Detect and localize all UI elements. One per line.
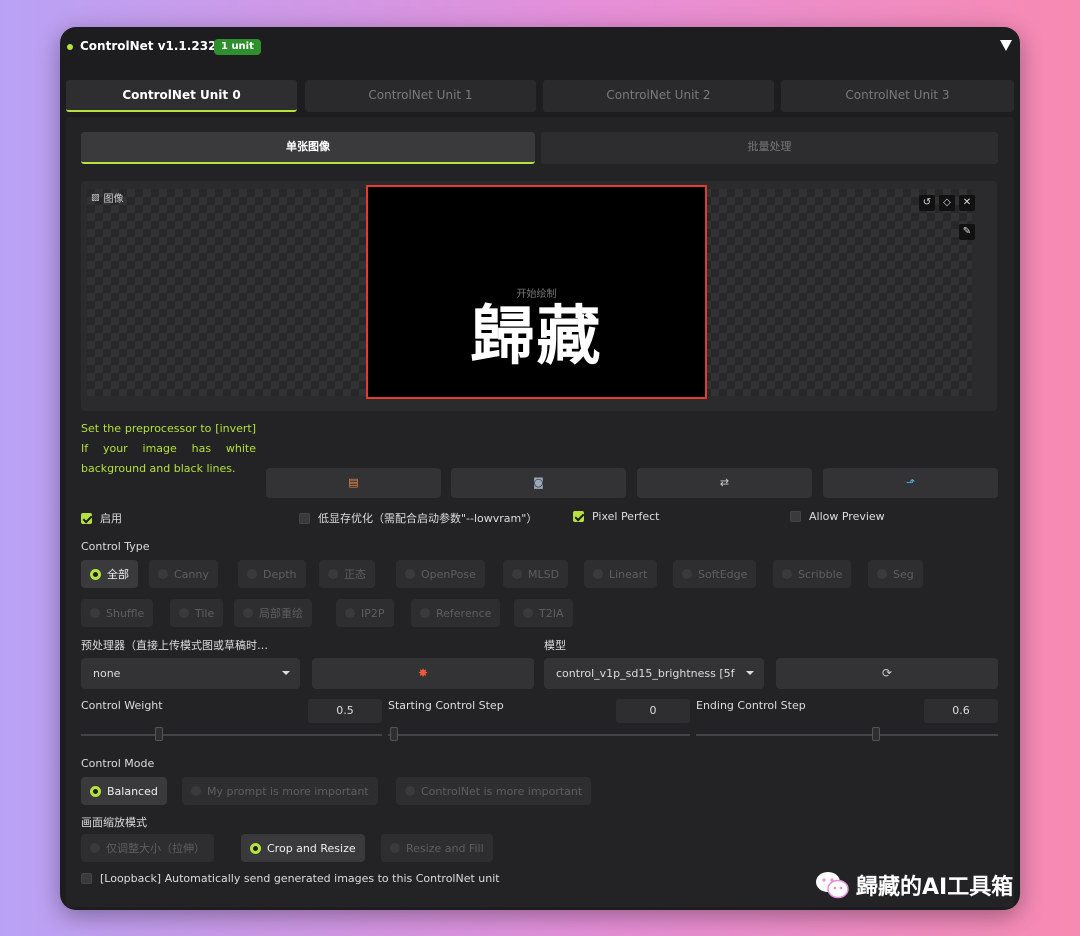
preprocessor-hint: Set the preprocessor to [invert] If your… [81,422,256,475]
refresh-icon: ⟳ [881,666,893,680]
model-label: 模型 [544,639,566,652]
ending-step-thumb[interactable] [872,727,880,741]
panel-title: ControlNet v1.1.232 [80,39,217,53]
ending-step-input[interactable]: 0.6 [924,699,998,723]
status-dot [67,44,73,50]
new-canvas-button[interactable]: ▤ [266,468,441,498]
radio-mode-balanced[interactable]: Balanced [81,777,167,805]
radio-control-type-inpaint[interactable]: 局部重绘 [234,599,312,627]
radio-mode-controlnet-important[interactable]: ControlNet is more important [396,777,592,805]
tab-unit-2[interactable]: ControlNet Unit 2 [543,80,774,112]
preprocessor-dropdown[interactable]: none [81,658,300,689]
watermark: 歸藏的AI工具箱 [814,869,1013,901]
sketch-canvas[interactable]: 开始绘制 歸藏 [366,185,707,399]
starting-step-label: Starting Control Step [388,699,504,712]
resize-mode-label: 画面缩放模式 [81,816,147,829]
camera-icon: ◙ [533,476,544,489]
radio-control-type-mlsd[interactable]: MLSD [503,560,569,588]
collapse-triangle-icon[interactable] [1000,40,1012,51]
preprocessor-label: 预处理器（直接上传模式图或草稿时… [81,639,268,652]
ending-step-label: Ending Control Step [696,699,806,712]
tab-single-image[interactable]: 单张图像 [81,132,535,164]
radio-mode-prompt-important[interactable]: My prompt is more important [182,777,378,805]
radio-control-type-scribble[interactable]: Scribble [773,560,852,588]
run-preprocessor-button[interactable]: ✸ [312,658,534,689]
model-dropdown[interactable]: control_v1p_sd15_brightness [5f [544,658,764,689]
swap-icon: ⇄ [719,476,730,489]
chevron-down-icon [746,671,754,675]
radio-control-type-openpose[interactable]: OpenPose [396,560,485,588]
watermark-text: 歸藏的AI工具箱 [856,875,1014,900]
send-dimensions-button[interactable]: ⬏ [823,468,998,498]
starting-step-input[interactable]: 0 [616,699,690,723]
image-icon: ▨ [91,192,100,203]
radio-control-type-ip2p[interactable]: IP2P [336,599,394,627]
radio-control-type-softedge[interactable]: SoftEdge [673,560,757,588]
control-weight-input[interactable]: 0.5 [308,699,382,723]
webcam-button[interactable]: ◙ [451,468,626,498]
brush-tool: ✎ [959,224,975,240]
radio-control-type-t2ia[interactable]: T2IA [514,599,573,627]
unit-content: 单张图像 批量处理 ▨ 图像 开始绘制 歸藏 ↺ ◇ ✕ ✎ Set the p… [66,117,1014,907]
chevron-down-icon [282,671,290,675]
starting-step-thumb[interactable] [390,727,398,741]
allow-preview-checkbox[interactable]: Allow Preview [790,510,885,523]
radio-control-type-seg[interactable]: Seg [868,560,923,588]
pixel-perfect-checkbox[interactable]: Pixel Perfect [573,510,659,523]
eraser-icon[interactable]: ◇ [939,195,955,211]
refresh-models-button[interactable]: ⟳ [776,658,998,689]
loopback-checkbox[interactable]: [Loopback] Automatically send generated … [81,872,500,885]
unit-tabs: ControlNet Unit 0 ControlNet Unit 1 Cont… [66,80,1014,112]
control-mode-label: Control Mode [81,757,155,770]
tab-unit-0[interactable]: ControlNet Unit 0 [66,80,297,112]
radio-control-type-all[interactable]: 全部 [81,560,138,588]
ending-step-slider[interactable] [696,734,998,736]
radio-control-type-lineart[interactable]: Lineart [584,560,657,588]
arrow-up-icon: ⬏ [905,476,916,489]
mirror-webcam-button[interactable]: ⇄ [637,468,812,498]
lowvram-checkbox[interactable]: 低显存优化（需配合启动参数"--lowvram"） [299,510,537,526]
explosion-icon: ✸ [417,666,429,680]
canvas-toolbar: ↺ ◇ ✕ [919,195,975,211]
tab-unit-1[interactable]: ControlNet Unit 1 [305,80,536,112]
wechat-icon [816,872,849,899]
radio-control-type-shuffle[interactable]: Shuffle [81,599,154,627]
control-type-label: Control Type [81,540,150,553]
enable-checkbox[interactable]: 启用 [81,510,122,526]
radio-resize-fill[interactable]: Resize and Fill [381,834,493,862]
radio-control-type-tile[interactable]: Tile [170,599,224,627]
accordion-header[interactable]: ControlNet v1.1.232 1 unit [60,27,1020,69]
controlnet-panel: ControlNet v1.1.232 1 unit ControlNet Un… [60,27,1020,910]
radio-control-type-reference[interactable]: Reference [411,599,501,627]
control-weight-thumb[interactable] [155,727,163,741]
image-label: ▨ 图像 [91,192,124,206]
tab-unit-3[interactable]: ControlNet Unit 3 [781,80,1014,112]
radio-resize-crop[interactable]: Crop and Resize [241,834,365,862]
unit-count-badge: 1 unit [214,39,261,55]
close-icon[interactable]: ✕ [959,195,975,211]
radio-control-type-normal[interactable]: 正态 [319,560,375,588]
starting-step-slider[interactable] [388,734,690,736]
control-weight-slider[interactable] [81,734,382,736]
undo-icon[interactable]: ↺ [919,195,935,211]
control-weight-label: Control Weight [81,699,163,712]
brush-icon[interactable]: ✎ [959,224,975,240]
radio-resize-just-resize[interactable]: 仅调整大小（拉伸） [81,834,214,862]
radio-control-type-canny[interactable]: Canny [149,560,218,588]
radio-control-type-depth[interactable]: Depth [238,560,306,588]
canvas-drawing-text: 歸藏 [470,300,603,374]
document-icon: ▤ [348,476,359,489]
tab-batch[interactable]: 批量处理 [541,132,998,164]
